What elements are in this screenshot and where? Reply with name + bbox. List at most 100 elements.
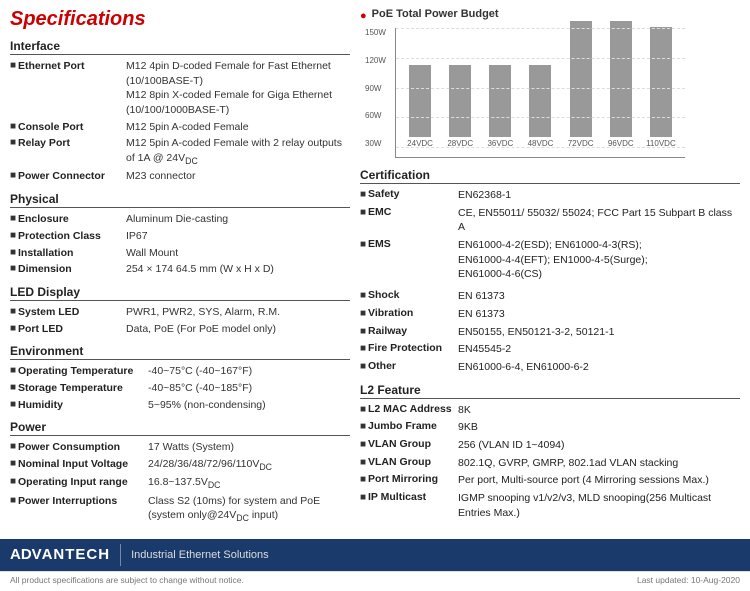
l2-val-mac: 8K (458, 403, 740, 418)
spec-label-ethernet: Ethernet Port (18, 59, 126, 74)
cert-safety: ■ Safety EN62368-1 (360, 188, 740, 203)
spec-val-enclosure: Aluminum Die-casting (126, 212, 350, 227)
cert-label-other: Other (368, 360, 458, 372)
bullet-icon: ■ (360, 289, 368, 303)
cert-fire: ■ Fire Protection EN45545-2 (360, 342, 740, 357)
spec-label-humidity: Humidity (18, 398, 148, 413)
spec-label-dimension: Dimension (18, 262, 126, 277)
bar-28vdc-rect (449, 65, 471, 137)
bar-96vdc-rect (610, 21, 632, 137)
page-title: Specifications (10, 8, 350, 31)
spec-nominal-voltage: ■ Nominal Input Voltage 24/28/36/48/72/9… (10, 457, 350, 473)
spec-ethernet-port: ■ Ethernet Port M12 4pin D-coded Female … (10, 59, 350, 118)
y-label-120w: 120W (365, 56, 393, 65)
spec-val-optemp: -40~75°C (-40~167°F) (148, 364, 350, 379)
spec-protection: ■ Protection Class IP67 (10, 229, 350, 244)
l2-val-vlan1: 256 (VLAN ID 1~4094) (458, 438, 740, 453)
y-label-60w: 60W (365, 111, 393, 120)
cert-emc: ■ EMC CE, EN55011/ 55032/ 55024; FCC Par… (360, 206, 740, 235)
cert-label-fire: Fire Protection (368, 342, 458, 354)
bullet-icon: ■ (10, 364, 18, 378)
bullet-icon: ■ (10, 475, 18, 489)
spec-label-pwrcons: Power Consumption (18, 440, 148, 455)
spec-op-input-range: ■ Operating Input range 16.8~137.5VDC (10, 475, 350, 491)
bullet-icon: ■ (360, 307, 368, 321)
bullet-icon: ■ (360, 456, 368, 470)
spec-installation: ■ Installation Wall Mount (10, 246, 350, 261)
bullet-icon: ■ (360, 188, 368, 202)
bullet-icon: ■ (10, 398, 18, 412)
spec-label-optemp: Operating Temperature (18, 364, 148, 379)
bar-110vdc-label: 110VDC (646, 139, 676, 148)
cert-railway: ■ Railway EN50155, EN50121-3-2, 50121-1 (360, 325, 740, 340)
footer: ADVANTECH Industrial Ethernet Solutions (0, 539, 750, 571)
spec-val-protection: IP67 (126, 229, 350, 244)
l2-label-vlan2: VLAN Group (368, 456, 458, 468)
spec-label-opinputrange: Operating Input range (18, 475, 148, 490)
l2-val-jumbo: 9KB (458, 420, 740, 435)
section-physical: Physical (10, 192, 350, 208)
footer-subtitle: Industrial Ethernet Solutions (131, 549, 269, 561)
bar-48vdc: 48VDC (522, 65, 558, 148)
chart-section: ● PoE Total Power Budget 30W 60W 90W 120… (360, 8, 740, 158)
spec-label-protection: Protection Class (18, 229, 126, 244)
spec-enclosure: ■ Enclosure Aluminum Die-casting (10, 212, 350, 227)
spec-val-nomvolt: 24/28/36/48/72/96/110VDC (148, 457, 350, 473)
section-led: LED Display (10, 285, 350, 301)
y-label-150w: 150W (365, 28, 393, 37)
spec-val-relay: M12 5pin A-coded Female with 2 relay out… (126, 136, 350, 167)
cert-val-fire: EN45545-2 (458, 342, 740, 357)
cert-label-ems: EMS (368, 238, 458, 250)
spec-label-portled: Port LED (18, 322, 126, 337)
cert-val-other: EN61000-6-4, EN61000-6-2 (458, 360, 740, 375)
spec-humidity: ■ Humidity 5~95% (non-condensing) (10, 398, 350, 413)
l2-val-portmirror: Per port, Multi-source port (4 Mirroring… (458, 473, 740, 488)
l2-vlan1: ■ VLAN Group 256 (VLAN ID 1~4094) (360, 438, 740, 453)
spec-val-pwrcons: 17 Watts (System) (148, 440, 350, 455)
cert-val-safety: EN62368-1 (458, 188, 740, 203)
bar-28vdc-label: 28VDC (447, 139, 473, 148)
bar-24vdc: 24VDC (402, 65, 438, 148)
spec-label-power-conn: Power Connector (18, 169, 126, 184)
bar-72vdc-label: 72VDC (568, 139, 594, 148)
bullet-icon: ■ (360, 325, 368, 339)
spec-console-port: ■ Console Port M12 5pin A-coded Female (10, 120, 350, 135)
spec-val-console: M12 5pin A-coded Female (126, 120, 350, 135)
bullet-icon: ■ (10, 305, 18, 319)
spec-val-opinputrange: 16.8~137.5VDC (148, 475, 350, 491)
bullet-icon: ■ (360, 438, 368, 452)
spec-val-portled: Data, PoE (For PoE model only) (126, 322, 350, 337)
bar-48vdc-rect (529, 65, 551, 137)
l2-mac: ■ L2 MAC Address 8K (360, 403, 740, 418)
spec-op-temp: ■ Operating Temperature -40~75°C (-40~16… (10, 364, 350, 379)
y-label-90w: 90W (365, 84, 393, 93)
spec-label-pwrint: Power Interruptions (18, 494, 148, 509)
bullet-icon: ■ (360, 473, 368, 487)
section-power: Power (10, 420, 350, 436)
chart-wrapper: 30W 60W 90W 120W 150W (365, 28, 685, 158)
spec-val-installation: Wall Mount (126, 246, 350, 261)
section-interface: Interface (10, 39, 350, 55)
bar-36vdc-label: 36VDC (487, 139, 513, 148)
chart-bars: 24VDC 28VDC 36VDC 48VDC (396, 28, 685, 148)
spec-label-nomvolt: Nominal Input Voltage (18, 457, 148, 472)
l2-label-mac: L2 MAC Address (368, 403, 458, 415)
bar-28vdc: 28VDC (442, 65, 478, 148)
bullet-icon: ■ (10, 246, 18, 260)
logo-adv: AD (10, 546, 32, 563)
bullet-icon: ■ (10, 136, 18, 150)
bullet-icon: ■ (10, 381, 18, 395)
l2-vlan2: ■ VLAN Group 802.1Q, GVRP, GMRP, 802.1ad… (360, 456, 740, 471)
spec-label-relay: Relay Port (18, 136, 126, 151)
l2-val-ipmulticast: IGMP snooping v1/v2/v3, MLD snooping(256… (458, 491, 740, 520)
cert-label-vibration: Vibration (368, 307, 458, 319)
bar-48vdc-label: 48VDC (528, 139, 554, 148)
bar-24vdc-label: 24VDC (407, 139, 433, 148)
spec-power-cons: ■ Power Consumption 17 Watts (System) (10, 440, 350, 455)
section-l2feature: L2 Feature (360, 383, 740, 399)
chart-bullet: ● (360, 10, 367, 22)
bullet-icon: ■ (10, 212, 18, 226)
l2-ipmulticast: ■ IP Multicast IGMP snooping v1/v2/v3, M… (360, 491, 740, 520)
footer-bottom: All product specifications are subject t… (0, 571, 750, 588)
spec-label-enclosure: Enclosure (18, 212, 126, 227)
